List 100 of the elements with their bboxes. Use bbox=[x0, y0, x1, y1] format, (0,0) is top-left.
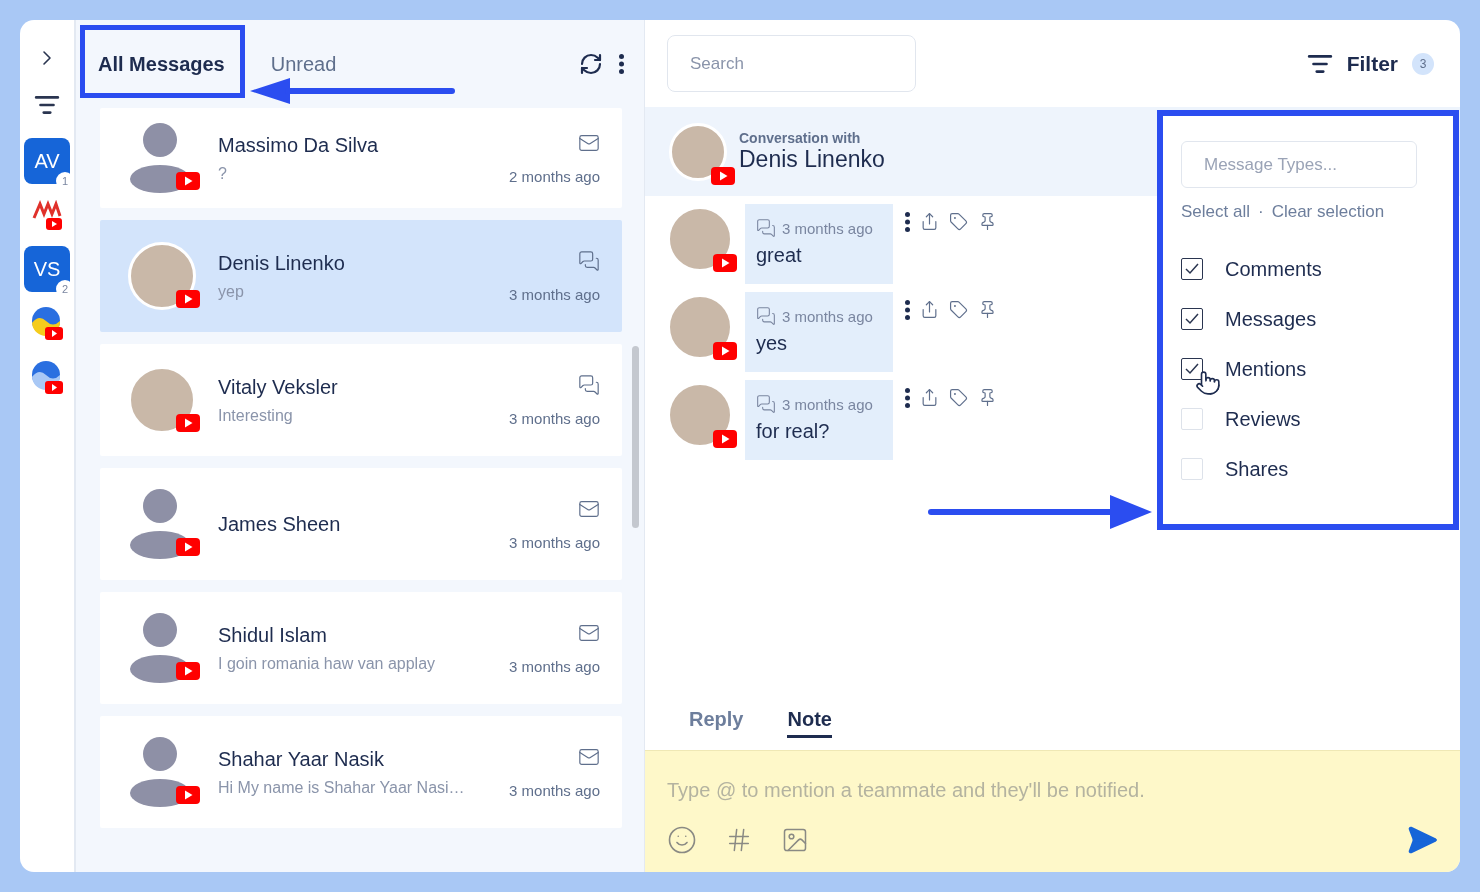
more-icon bbox=[905, 300, 910, 320]
more-icon bbox=[905, 212, 910, 232]
search-field[interactable]: Search bbox=[667, 35, 916, 92]
message-time: 3 months ago bbox=[509, 285, 600, 303]
message-time: 3 months ago bbox=[509, 657, 600, 675]
share-button[interactable] bbox=[920, 300, 939, 320]
pin-icon bbox=[978, 300, 997, 319]
conversation-item[interactable]: Vitaly Veksler Interesting 3 months ago bbox=[100, 344, 622, 456]
tag-icon bbox=[949, 212, 968, 231]
message-preview: Interesting bbox=[218, 406, 294, 425]
pin-icon bbox=[978, 388, 997, 407]
brand-logo[interactable] bbox=[31, 306, 63, 340]
option-label: Mentions bbox=[1225, 357, 1307, 381]
share-button[interactable] bbox=[920, 212, 939, 232]
youtube-icon bbox=[176, 662, 200, 680]
clear-selection-link[interactable]: Clear selection bbox=[1271, 202, 1385, 222]
list-tab[interactable]: Unread bbox=[270, 46, 337, 82]
more-button[interactable] bbox=[905, 388, 910, 408]
youtube-icon bbox=[176, 290, 200, 308]
more-icon bbox=[905, 388, 910, 408]
select-all-link[interactable]: Select all bbox=[1181, 202, 1250, 222]
youtube-icon bbox=[713, 430, 737, 448]
youtube-icon bbox=[176, 172, 200, 190]
comments-icon bbox=[756, 218, 776, 238]
contact-name: James Sheen bbox=[218, 512, 342, 536]
conversation-name: Denis Linenko bbox=[739, 146, 885, 173]
pin-button[interactable] bbox=[978, 388, 997, 408]
check-icon bbox=[1185, 313, 1199, 325]
message-text: for real? bbox=[756, 420, 831, 443]
youtube-icon bbox=[713, 342, 737, 360]
comments-icon bbox=[756, 394, 776, 414]
message-input[interactable]: Type @ to mention a teammate and they'll be notified. bbox=[667, 775, 1438, 806]
separator-dot: · bbox=[1258, 202, 1264, 222]
tag-button[interactable] bbox=[949, 212, 968, 232]
tag-button[interactable] bbox=[949, 388, 968, 408]
message-preview: Hi My name is Shahar Yaar Nasi… bbox=[218, 778, 466, 797]
youtube-icon bbox=[176, 538, 200, 556]
share-icon bbox=[920, 300, 939, 319]
message-time: 3 months ago bbox=[782, 219, 873, 237]
conversation-item[interactable]: Shidul Islam I goin romania haw van applay 3 months ago bbox=[100, 592, 622, 704]
refresh-button[interactable] bbox=[579, 52, 603, 76]
pin-icon bbox=[978, 212, 997, 231]
brand-logo[interactable] bbox=[31, 360, 63, 394]
message-time: 2 months ago bbox=[509, 167, 600, 185]
message-text: great bbox=[756, 244, 803, 267]
message-time: 3 months ago bbox=[509, 781, 600, 799]
contact-name: Shahar Yaar Nasik bbox=[218, 747, 385, 771]
contact-name: Denis Linenko bbox=[218, 251, 346, 275]
option-label: Comments bbox=[1225, 257, 1322, 281]
conversation-caption: Conversation with bbox=[739, 130, 862, 146]
youtube-icon bbox=[176, 786, 200, 804]
composer-tab[interactable]: Reply bbox=[689, 704, 744, 738]
tag-icon bbox=[949, 300, 968, 319]
message-time: 3 months ago bbox=[509, 409, 600, 427]
message-time: 3 months ago bbox=[782, 395, 873, 413]
scrollbar-thumb[interactable] bbox=[632, 346, 639, 528]
composer-tab[interactable]: Note bbox=[787, 704, 832, 738]
message-time: 3 months ago bbox=[782, 307, 873, 325]
contact-name: Massimo Da Silva bbox=[218, 133, 380, 157]
option-label: Messages bbox=[1225, 307, 1317, 331]
conversation-item[interactable]: Massimo Da Silva ? 2 months ago bbox=[100, 108, 622, 208]
more-button[interactable] bbox=[905, 212, 910, 232]
conversation-item[interactable]: Shahar Yaar Nasik Hi My name is Shahar Yaar Nasi… 3 months ago bbox=[100, 716, 622, 828]
youtube-icon bbox=[713, 254, 737, 272]
message-preview: ? bbox=[218, 164, 228, 183]
more-icon bbox=[619, 54, 624, 74]
message-types-field[interactable]: Message Types... bbox=[1181, 141, 1417, 188]
option-label: Reviews bbox=[1225, 407, 1301, 431]
comments-icon bbox=[578, 373, 600, 396]
conversation-item[interactable]: James Sheen 3 months ago bbox=[100, 468, 622, 580]
brand-logo[interactable] bbox=[32, 200, 62, 230]
pin-button[interactable] bbox=[978, 212, 997, 232]
check-icon bbox=[1185, 363, 1199, 375]
more-button[interactable] bbox=[619, 54, 624, 74]
message-text: yes bbox=[756, 332, 789, 355]
youtube-icon bbox=[711, 166, 735, 185]
emoji-icon[interactable] bbox=[667, 825, 697, 855]
share-icon bbox=[920, 212, 939, 231]
share-button[interactable] bbox=[920, 388, 939, 408]
filter-count: 3 bbox=[1412, 52, 1434, 75]
comments-icon bbox=[578, 249, 600, 272]
check-icon bbox=[1185, 263, 1199, 275]
checkbox[interactable] bbox=[1181, 258, 1203, 280]
tag-icon bbox=[949, 388, 968, 407]
more-button[interactable] bbox=[905, 300, 910, 320]
option-label: Shares bbox=[1225, 457, 1289, 481]
checkbox[interactable] bbox=[1181, 308, 1203, 330]
tag-button[interactable] bbox=[949, 300, 968, 320]
message-preview: I goin romania haw van applay bbox=[218, 654, 437, 673]
share-icon bbox=[920, 388, 939, 407]
message-time: 3 months ago bbox=[509, 533, 600, 551]
list-tab[interactable]: All Messages bbox=[98, 46, 225, 82]
filter-button[interactable]: Filter bbox=[1300, 49, 1404, 78]
comments-icon bbox=[756, 306, 776, 326]
conversation-item[interactable]: Denis Linenko yep 3 months ago bbox=[100, 220, 622, 332]
image-icon[interactable] bbox=[781, 826, 809, 854]
contact-name: Vitaly Veksler bbox=[218, 375, 339, 399]
send-icon[interactable] bbox=[1406, 824, 1438, 856]
pin-button[interactable] bbox=[978, 300, 997, 320]
youtube-icon bbox=[176, 414, 200, 432]
